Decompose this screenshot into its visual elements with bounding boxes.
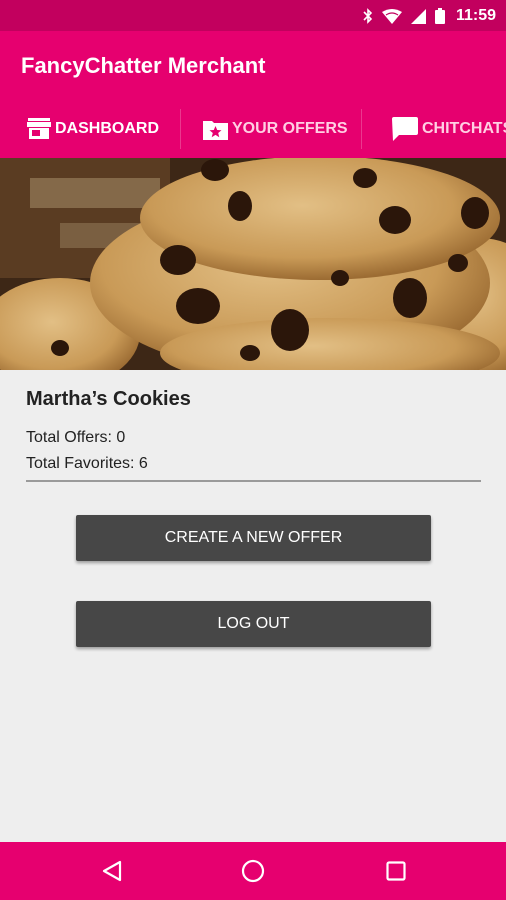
status-icons: 11:59 [363,6,496,26]
tab-your-offers-label: YOUR OFFERS [232,120,348,137]
app-title: FancyChatter Merchant [21,53,266,78]
tab-dashboard[interactable]: DASHBOARD [27,107,159,151]
storefront-icon [27,118,51,139]
nav-back-button[interactable] [82,842,142,900]
cell-signal-icon [410,8,426,24]
tab-your-offers[interactable]: YOUR OFFERS [203,107,348,151]
divider [26,480,481,482]
recents-icon [386,861,406,881]
tab-bar: DASHBOARD YOUR OFFERS CHITCHATS [0,107,506,151]
tab-divider [361,109,362,149]
battery-icon [434,8,445,24]
create-offer-button[interactable]: CREATE A NEW OFFER [76,515,431,561]
home-icon [241,859,265,883]
nav-home-button[interactable] [223,842,283,900]
tab-dashboard-label: DASHBOARD [55,120,159,137]
logout-button[interactable]: LOG OUT [76,601,431,647]
app-bar: FancyChatter Merchant DASHBOARD YOUR OFF… [0,31,506,158]
status-bar: 11:59 [0,0,506,31]
back-icon [102,860,122,882]
store-name: Martha’s Cookies [26,388,191,410]
star-folder-icon [203,120,228,140]
total-offers: Total Offers: 0 [26,429,126,446]
store-banner-image [0,158,506,370]
chat-bubble-icon [392,117,418,141]
bluetooth-icon [363,8,373,24]
tab-chitchats[interactable]: CHITCHATS [392,107,506,151]
tab-divider [180,109,181,149]
total-favorites: Total Favorites: 6 [26,455,148,472]
system-nav-bar [0,842,506,900]
wifi-icon [381,8,402,24]
nav-recents-button[interactable] [366,842,426,900]
status-time: 11:59 [455,7,496,24]
tab-chitchats-label: CHITCHATS [422,120,506,137]
